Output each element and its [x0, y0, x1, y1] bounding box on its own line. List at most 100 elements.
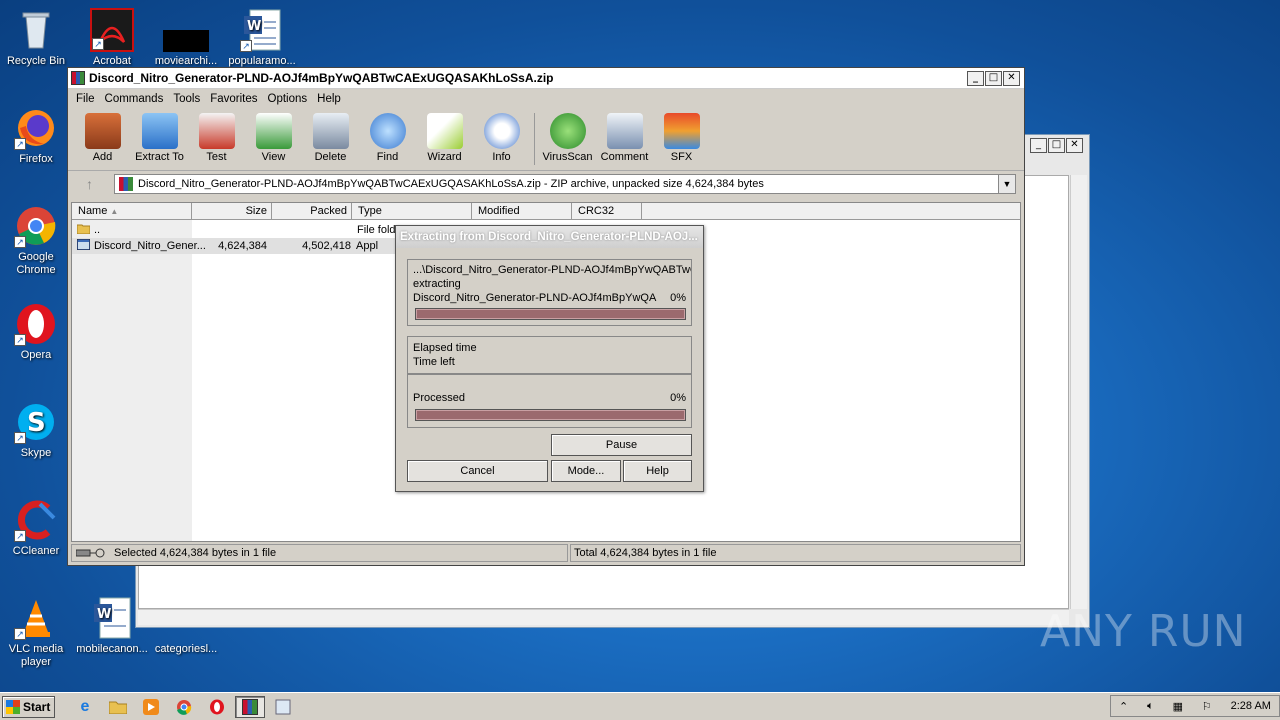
menu-bar: File Commands Tools Favorites Options He… — [68, 89, 1024, 109]
desktop-icon-vlc[interactable]: ↗ VLC media player — [0, 596, 72, 669]
status-selected: Selected 4,624,384 bytes in 1 file — [114, 547, 277, 559]
desktop-icon-opera[interactable]: ↗ Opera — [0, 302, 72, 362]
dropdown-arrow-icon[interactable]: ▼ — [998, 175, 1015, 193]
desktop-icon-recycle-bin[interactable]: Recycle Bin — [0, 8, 72, 68]
help-button[interactable]: Help — [623, 460, 692, 482]
taskbar-chrome-button[interactable] — [169, 696, 199, 718]
table-row[interactable]: .. File fold — [72, 222, 412, 238]
chrome-icon: ↗ — [14, 204, 58, 248]
desktop-icon-popularamo[interactable]: W ↗ popularamo... — [226, 8, 298, 68]
column-name[interactable]: Name ▲ — [72, 203, 192, 219]
sfx-button[interactable]: SFX — [653, 113, 710, 163]
taskbar-media-player-button[interactable] — [136, 696, 166, 718]
pause-button[interactable]: Pause — [551, 434, 692, 456]
desktop-icon-ccleaner[interactable]: ↗ CCleaner — [0, 498, 72, 558]
desktop-icon-label: Firefox — [19, 153, 53, 165]
processed-progress-bar — [415, 409, 686, 421]
network-icon[interactable]: ▦ — [1173, 700, 1183, 713]
comment-button[interactable]: Comment — [596, 113, 653, 163]
taskbar-explorer-button[interactable] — [103, 696, 133, 718]
word-document-icon: W ↗ — [240, 8, 284, 52]
desktop-icon-label: Recycle Bin — [6, 55, 66, 67]
action-center-flag-icon[interactable]: ⚐ — [1202, 700, 1212, 713]
virus-scan-icon — [549, 113, 586, 149]
winrar-icon — [242, 698, 258, 715]
info-button[interactable]: Info — [473, 113, 530, 163]
menu-help[interactable]: Help — [312, 93, 346, 105]
volume-icon[interactable]: 🔈︎ — [1147, 700, 1154, 713]
row-type: Appl — [356, 240, 379, 252]
close-button[interactable]: ✕ — [1066, 138, 1083, 153]
taskbar-app-button[interactable] — [268, 696, 298, 718]
close-button[interactable]: ✕ — [1003, 71, 1020, 86]
desktop-icon-skype[interactable]: S ↗ Skype — [0, 400, 72, 460]
file-thumbnail-icon — [163, 30, 209, 52]
dialog-title[interactable]: Extracting from Discord_Nitro_Generator-… — [396, 226, 703, 248]
svg-text:W: W — [97, 607, 111, 622]
up-arrow-icon[interactable]: ↑ — [74, 176, 114, 192]
taskbar-ie-button[interactable]: e — [70, 696, 100, 718]
column-packed[interactable]: Packed — [272, 203, 352, 219]
taskbar-winrar-button[interactable] — [235, 695, 265, 718]
delete-button[interactable]: Delete — [302, 113, 359, 163]
chrome-icon — [177, 699, 192, 715]
table-row[interactable]: Discord_Nitro_Gener... 4,624,384 4,502,4… — [72, 238, 402, 254]
test-clipboard-icon — [198, 113, 235, 149]
desktop-icon-acrobat[interactable]: ↗ Acrobat — [76, 8, 148, 68]
column-size[interactable]: Size — [192, 203, 272, 219]
taskbar-opera-button[interactable] — [202, 696, 232, 718]
menu-file[interactable]: File — [71, 93, 100, 105]
info-icon — [483, 113, 520, 149]
drive-icon[interactable] — [75, 548, 108, 561]
windows-logo-icon — [6, 699, 20, 714]
cancel-button[interactable]: Cancel — [407, 460, 548, 482]
toolbar-label: VirusScan — [542, 151, 593, 163]
magnifier-icon — [369, 113, 406, 149]
minimize-button[interactable]: _ — [967, 71, 984, 86]
show-hidden-icons-icon[interactable]: ⌃ — [1119, 700, 1128, 713]
maximize-button[interactable]: □ — [1048, 138, 1065, 153]
horizontal-scrollbar[interactable] — [138, 609, 1069, 625]
add-button[interactable]: Add — [74, 113, 131, 163]
find-button[interactable]: Find — [359, 113, 416, 163]
menu-commands[interactable]: Commands — [100, 93, 169, 105]
zip-icon — [119, 177, 133, 191]
processed-label: Processed — [413, 392, 465, 404]
window-app-icon — [275, 699, 291, 714]
minimize-button[interactable]: _ — [1030, 138, 1047, 153]
folder-icon — [109, 701, 127, 714]
archive-path-field[interactable]: Discord_Nitro_Generator-PLND-AOJf4mBpYwQ… — [114, 174, 1016, 194]
desktop-icon-chrome[interactable]: ↗ Google Chrome — [0, 204, 72, 277]
desktop-icon-firefox[interactable]: ↗ Firefox — [0, 106, 72, 166]
row-size: 4,624,384 — [218, 240, 267, 252]
toolbar-separator — [534, 113, 535, 165]
maximize-button[interactable]: □ — [985, 71, 1002, 86]
skype-icon: S ↗ — [14, 400, 58, 444]
wizard-button[interactable]: Wizard — [416, 113, 473, 163]
toolbar-label: Add — [92, 151, 113, 163]
column-crc32[interactable]: CRC32 — [572, 203, 642, 219]
mode-button[interactable]: Mode... — [551, 460, 621, 482]
menu-options[interactable]: Options — [263, 93, 313, 105]
menu-tools[interactable]: Tools — [168, 93, 205, 105]
vertical-scrollbar[interactable] — [1070, 175, 1087, 609]
extract-folder-icon — [141, 113, 178, 149]
add-icon — [84, 113, 121, 149]
word-document-icon: W — [90, 596, 134, 640]
test-button[interactable]: Test — [188, 113, 245, 163]
clock[interactable]: 2:28 AM — [1231, 700, 1271, 712]
window-titlebar[interactable]: Discord_Nitro_Generator-PLND-AOJf4mBpYwQ… — [68, 68, 1024, 89]
virusscan-button[interactable]: VirusScan — [539, 113, 596, 163]
media-player-icon — [143, 698, 159, 715]
column-modified[interactable]: Modified — [472, 203, 572, 219]
extract-to-button[interactable]: Extract To — [131, 113, 188, 163]
name-column-shading — [72, 220, 192, 541]
start-button[interactable]: Start — [2, 695, 55, 718]
menu-favorites[interactable]: Favorites — [205, 93, 262, 105]
view-button[interactable]: View — [245, 113, 302, 163]
toolbar-label: Delete — [314, 151, 347, 163]
desktop-icon-moviearchive[interactable]: moviearchi... — [150, 8, 222, 68]
address-bar: ↑ Discord_Nitro_Generator-PLND-AOJf4mBpY… — [68, 171, 1024, 197]
column-type[interactable]: Type — [352, 203, 472, 219]
desktop-icon-label: Skype — [20, 447, 52, 459]
